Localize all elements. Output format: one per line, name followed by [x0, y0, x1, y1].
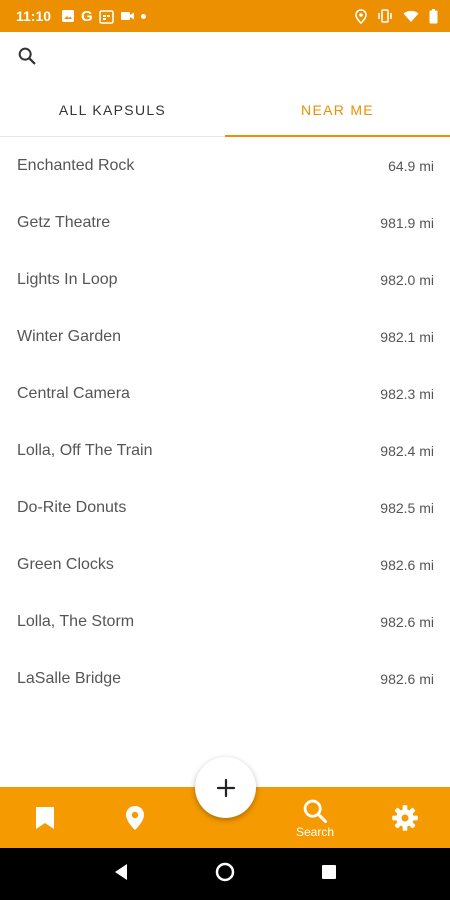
- place-distance: 981.9 mi: [380, 214, 434, 231]
- search-bar[interactable]: [0, 32, 450, 84]
- place-name: Green Clocks: [17, 555, 114, 573]
- list-item[interactable]: Green Clocks 982.6 mi: [0, 536, 450, 593]
- place-name: Enchanted Rock: [17, 156, 135, 174]
- nav-search-label: Search: [295, 824, 335, 839]
- list-item[interactable]: Lolla, Off The Train 982.4 mi: [0, 422, 450, 479]
- map-pin-icon: [126, 805, 144, 830]
- place-distance: 982.1 mi: [380, 328, 434, 345]
- list-item[interactable]: Winter Garden 982.1 mi: [0, 308, 450, 365]
- tab-bar: ALL KAPSULS NEAR ME: [0, 84, 450, 137]
- search-icon[interactable]: [16, 45, 38, 72]
- gear-icon: [392, 804, 418, 831]
- place-distance: 64.9 mi: [388, 157, 434, 174]
- place-distance: 982.4 mi: [380, 442, 434, 459]
- place-name: Winter Garden: [17, 327, 122, 345]
- place-distance: 982.6 mi: [380, 556, 434, 573]
- wifi-icon: [403, 10, 419, 23]
- system-nav-bar: [0, 848, 450, 900]
- place-distance: 982.0 mi: [380, 271, 434, 288]
- place-name: Getz Theatre: [17, 213, 111, 231]
- list-item[interactable]: Getz Theatre 981.9 mi: [0, 194, 450, 251]
- list-item[interactable]: Lights In Loop 982.0 mi: [0, 251, 450, 308]
- location-icon: [355, 8, 367, 24]
- bookmark-icon: [36, 806, 54, 829]
- status-right-icons: [355, 8, 438, 24]
- back-icon[interactable]: [113, 863, 129, 886]
- list-item[interactable]: Do-Rite Donuts 982.5 mi: [0, 479, 450, 536]
- place-name: Lights In Loop: [17, 270, 118, 288]
- list-item[interactable]: LaSalle Bridge 982.6 mi: [0, 650, 450, 707]
- dot-icon: [140, 13, 146, 19]
- search-icon: [303, 799, 328, 823]
- nav-map[interactable]: [90, 787, 180, 848]
- add-kapsul-button[interactable]: [195, 757, 256, 818]
- place-name: Lolla, Off The Train: [17, 441, 153, 459]
- recents-icon[interactable]: [321, 864, 337, 885]
- place-distance: 982.6 mi: [380, 670, 434, 687]
- status-left-icons: G: [61, 8, 146, 25]
- list-item[interactable]: Lolla, The Storm 982.6 mi: [0, 593, 450, 650]
- nav-search[interactable]: Search: [270, 787, 360, 848]
- list-item[interactable]: Enchanted Rock 64.9 mi: [0, 137, 450, 194]
- place-name: Do-Rite Donuts: [17, 498, 127, 516]
- video-icon: [120, 10, 135, 22]
- tab-near-me[interactable]: NEAR ME: [225, 84, 450, 137]
- list-item[interactable]: Central Camera 982.3 mi: [0, 365, 450, 422]
- calendar-icon: [98, 9, 114, 24]
- vibrate-icon: [377, 9, 393, 23]
- tab-all-kapsuls[interactable]: ALL KAPSULS: [0, 84, 225, 136]
- place-name: LaSalle Bridge: [17, 669, 122, 687]
- battery-icon: [429, 8, 438, 24]
- plus-icon: [216, 778, 235, 797]
- status-bar: 11:10 G: [0, 0, 450, 32]
- place-distance: 982.5 mi: [380, 499, 434, 516]
- status-time: 11:10: [16, 8, 52, 24]
- google-icon: G: [81, 7, 93, 25]
- nav-settings[interactable]: [360, 787, 450, 848]
- place-distance: 982.6 mi: [380, 613, 434, 630]
- places-list: Enchanted Rock 64.9 mi Getz Theatre 981.9 …: [0, 137, 450, 707]
- image-icon: [61, 9, 75, 23]
- place-distance: 982.3 mi: [380, 385, 434, 402]
- home-icon[interactable]: [215, 862, 235, 887]
- place-name: Central Camera: [17, 384, 130, 402]
- place-name: Lolla, The Storm: [17, 612, 135, 630]
- nav-bookmarks[interactable]: [0, 787, 90, 848]
